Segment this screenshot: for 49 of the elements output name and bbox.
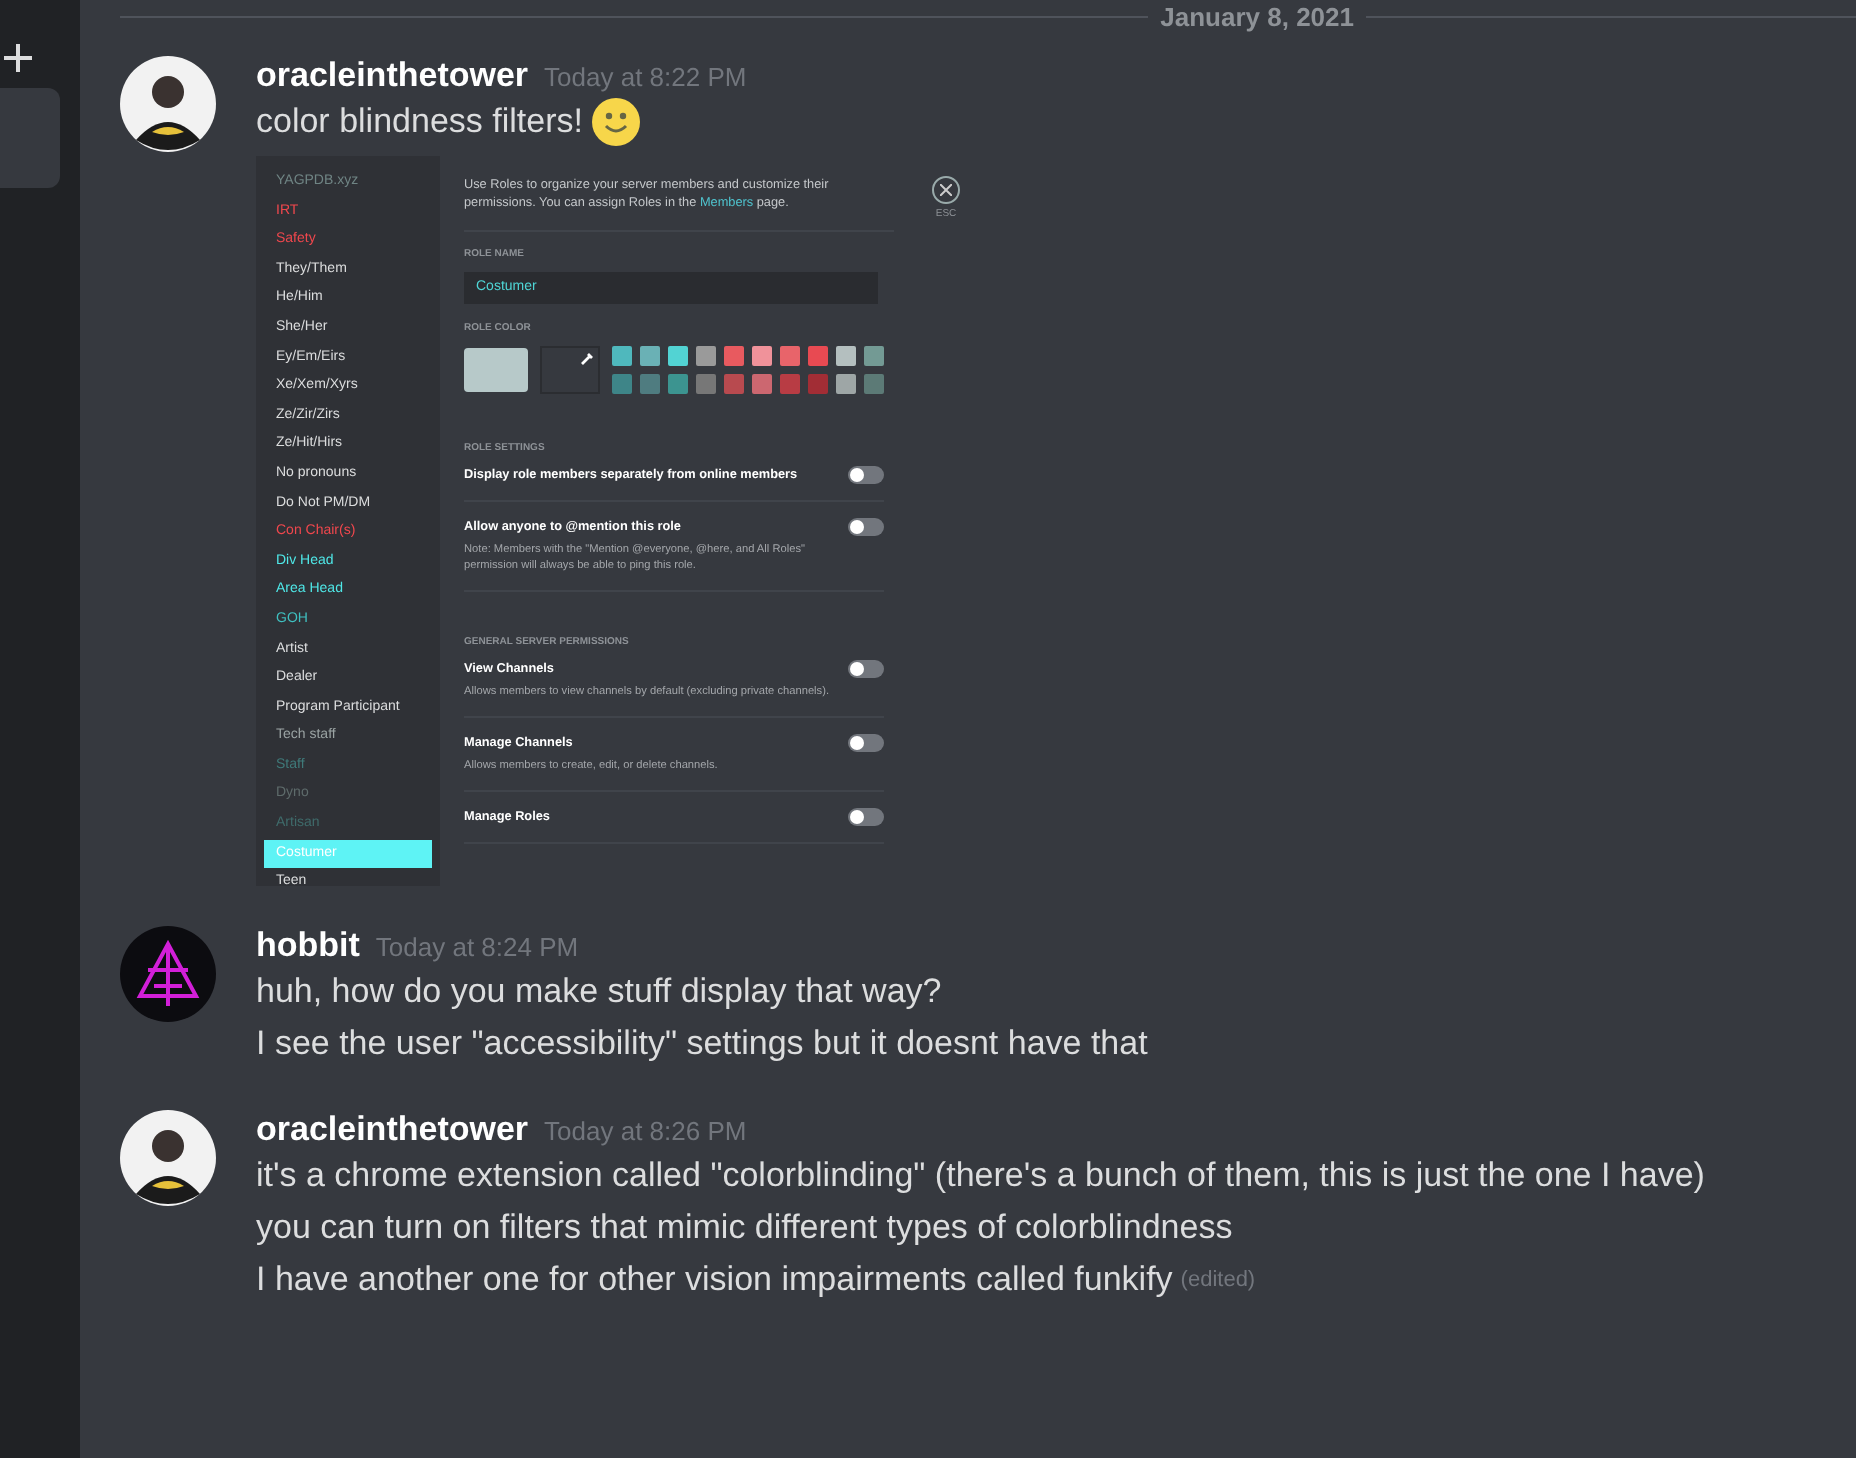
color-swatch[interactable] bbox=[836, 346, 856, 366]
avatar[interactable] bbox=[120, 56, 216, 152]
color-swatch[interactable] bbox=[612, 374, 632, 394]
color-swatch[interactable] bbox=[752, 346, 772, 366]
color-swatch[interactable] bbox=[808, 346, 828, 366]
date-divider: January 8, 2021 bbox=[1158, 1, 1356, 31]
color-swatch[interactable] bbox=[780, 346, 800, 366]
color-swatch[interactable] bbox=[612, 346, 632, 366]
username[interactable]: oracleinthetower bbox=[256, 56, 529, 96]
color-swatch[interactable] bbox=[864, 346, 884, 366]
color-swatch[interactable] bbox=[724, 374, 744, 394]
color-swatch[interactable] bbox=[780, 374, 800, 394]
color-swatch[interactable] bbox=[808, 374, 828, 394]
color-swatch[interactable] bbox=[836, 374, 856, 394]
server-icon-placeholder[interactable] bbox=[0, 88, 60, 188]
username[interactable]: hobbit bbox=[256, 926, 360, 966]
color-swatch[interactable] bbox=[696, 374, 716, 394]
timestamp: Today at 8:26 PM bbox=[544, 1116, 747, 1146]
color-swatch[interactable] bbox=[864, 374, 884, 394]
close-button[interactable] bbox=[932, 176, 960, 204]
color-swatch[interactable] bbox=[668, 374, 688, 394]
custom-color-picker[interactable] bbox=[540, 346, 600, 394]
message-text: color blindness filters! bbox=[256, 100, 583, 144]
message-text: you can turn on filters that mimic different types of colorblindness bbox=[256, 1206, 1233, 1250]
message-text: it's a chrome extension called "colorblinding" (there's a bunch of them, this is just the one I have) bbox=[256, 1154, 1705, 1198]
color-swatch[interactable] bbox=[668, 346, 688, 366]
add-server-icon[interactable] bbox=[0, 40, 36, 76]
color-swatch[interactable] bbox=[640, 346, 660, 366]
message-text: huh, how do you make stuff display that way? bbox=[256, 970, 942, 1014]
smile-emoji-icon bbox=[590, 96, 643, 148]
timestamp: Today at 8:22 PM bbox=[544, 62, 747, 92]
message-text: I have another one for other vision impairments called funkify bbox=[256, 1258, 1173, 1302]
color-swatch[interactable] bbox=[752, 374, 772, 394]
color-swatch[interactable] bbox=[724, 346, 744, 366]
toggle-switch[interactable] bbox=[848, 466, 884, 484]
color-swatch[interactable] bbox=[696, 346, 716, 366]
avatar[interactable] bbox=[120, 1110, 216, 1206]
close-icon bbox=[940, 184, 952, 196]
color-swatch[interactable] bbox=[640, 374, 660, 394]
username[interactable]: oracleinthetower bbox=[256, 1110, 529, 1150]
toggle-switch[interactable] bbox=[848, 660, 884, 678]
eyedropper-icon bbox=[580, 352, 594, 366]
message-text: I see the user "accessibility" settings but it doesnt have that bbox=[256, 1022, 1148, 1066]
toggle-switch[interactable] bbox=[848, 734, 884, 752]
current-color-swatch[interactable] bbox=[464, 348, 528, 392]
toggle-switch[interactable] bbox=[848, 518, 884, 536]
timestamp: Today at 8:24 PM bbox=[375, 932, 579, 962]
toggle-switch[interactable] bbox=[848, 808, 884, 826]
edited-label: (edited) bbox=[1180, 1266, 1256, 1296]
